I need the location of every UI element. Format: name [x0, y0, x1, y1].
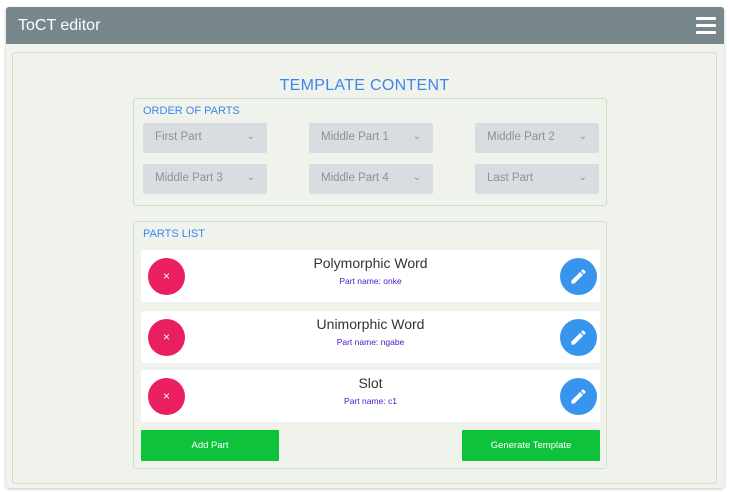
chevron-down-icon: ⌄ — [578, 131, 587, 142]
edit-part-button[interactable] — [560, 319, 597, 356]
parts-list-label: PARTS LIST — [143, 228, 205, 240]
part-title: Slot — [358, 375, 383, 391]
chevron-down-icon: ⌄ — [578, 172, 587, 183]
hamburger-menu-icon[interactable] — [696, 17, 716, 34]
chevron-down-icon: ⌄ — [412, 172, 421, 183]
select-value: First Part — [155, 131, 202, 143]
select-value: Middle Part 1 — [321, 131, 389, 143]
part-name: Part name: onke — [339, 276, 402, 286]
parts-list-group: PARTS LIST × Polymorphic Word Part name:… — [133, 221, 607, 469]
select-value: Middle Part 3 — [155, 172, 223, 184]
order-of-parts-label: ORDER OF PARTS — [143, 105, 240, 117]
order-select-5[interactable]: Middle Part 4 ⌄ — [309, 164, 433, 194]
order-select-6[interactable]: Last Part ⌄ — [475, 164, 599, 194]
template-content-card: TEMPLATE CONTENT ORDER OF PARTS First Pa… — [12, 52, 717, 484]
pencil-icon — [571, 389, 586, 404]
order-select-1[interactable]: First Part ⌄ — [143, 123, 267, 153]
select-value: Middle Part 4 — [321, 172, 389, 184]
section-title: TEMPLATE CONTENT — [279, 77, 450, 94]
part-row: × Polymorphic Word Part name: onke — [141, 250, 600, 302]
pencil-icon — [571, 269, 586, 284]
part-title: Unimorphic Word — [316, 316, 425, 332]
order-select-4[interactable]: Middle Part 3 ⌄ — [143, 164, 267, 194]
generate-template-button[interactable]: Generate Template — [462, 430, 600, 461]
part-name: Part name: c1 — [344, 396, 397, 406]
app-window: ToCT editor TEMPLATE CONTENT ORDER OF PA… — [6, 7, 724, 488]
select-value: Middle Part 2 — [487, 131, 555, 143]
chevron-down-icon: ⌄ — [246, 172, 255, 183]
chevron-down-icon: ⌄ — [412, 131, 421, 142]
part-name: Part name: ngabe — [336, 337, 405, 347]
app-title: ToCT editor — [18, 17, 101, 34]
order-of-parts-group: ORDER OF PARTS First Part ⌄ Middle Part … — [133, 98, 607, 206]
part-row: × Slot Part name: c1 — [141, 370, 600, 422]
select-value: Last Part — [487, 172, 534, 184]
pencil-icon — [571, 330, 586, 345]
order-select-3[interactable]: Middle Part 2 ⌄ — [475, 123, 599, 153]
edit-part-button[interactable] — [560, 258, 597, 295]
order-select-2[interactable]: Middle Part 1 ⌄ — [309, 123, 433, 153]
edit-part-button[interactable] — [560, 378, 597, 415]
top-app-bar: ToCT editor — [6, 7, 724, 44]
part-title: Polymorphic Word — [313, 255, 428, 271]
part-row: × Unimorphic Word Part name: ngabe — [141, 311, 600, 363]
chevron-down-icon: ⌄ — [246, 131, 255, 142]
add-part-button[interactable]: Add Part — [141, 430, 279, 461]
